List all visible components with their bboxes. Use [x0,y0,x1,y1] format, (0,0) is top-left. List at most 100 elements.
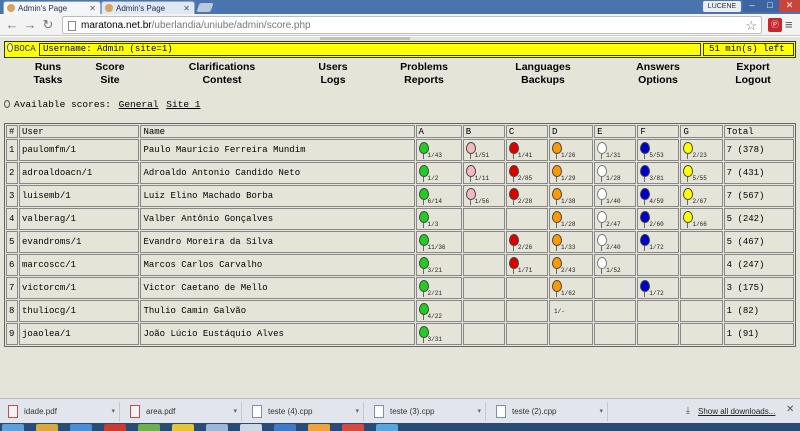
menu-users[interactable]: Users [313,61,353,74]
menu-col-clarifications-contest: Clarifications Contest [180,61,264,87]
chevron-down-icon[interactable]: ▾ [355,402,359,421]
balloon-string [469,200,471,205]
menu-contest[interactable]: Contest [180,74,264,87]
download-item[interactable]: area.pdf ▾ [124,402,242,421]
menu-backups[interactable]: Backups [510,74,576,87]
taskbar-app-icon[interactable] [240,424,262,431]
cell-name: Luiz Elino Machado Borba [140,185,415,207]
show-all-downloads-link[interactable]: Show all downloads... [698,402,775,421]
tab-admins-page-1[interactable]: Admin's Page ✕ [3,1,101,14]
menu-col-users-logs: Users Logs [313,61,353,87]
taskbar-app-icon[interactable] [308,424,330,431]
menu-logs[interactable]: Logs [313,74,353,87]
bookmark-star-icon[interactable]: ☆ [745,17,757,34]
balloon-string [601,269,603,274]
download-item[interactable]: teste (4).cpp ▾ [246,402,364,421]
download-item[interactable]: teste (3).cpp ▾ [368,402,486,421]
cell-problem-f: 2/60 [637,208,680,230]
download-item[interactable]: idade.pdf ▾ [2,402,120,421]
menu-score[interactable]: Score [90,61,130,74]
menu-reports[interactable]: Reports [396,74,452,87]
menu-clarifications[interactable]: Clarifications [180,61,264,74]
attempts-time: 2/67 [692,198,707,205]
menu-site[interactable]: Site [90,74,130,87]
address-bar[interactable]: maratona.net.br/uberlandia/uniube/admin/… [62,16,762,34]
menu-runs[interactable]: Runs [28,61,68,74]
col-header-a[interactable]: A [415,125,462,138]
boca-logo: BOCA [6,43,36,56]
col-header-c[interactable]: C [505,125,549,138]
col-header-b[interactable]: B [462,125,505,138]
menu-options[interactable]: Options [630,74,686,87]
score-link-site-1[interactable]: Site 1 [166,99,200,110]
cell-problem-b: 1/51 [462,139,505,161]
chevron-down-icon[interactable]: ▾ [477,402,481,421]
tab-admins-page-2[interactable]: Admin's Page ✕ [101,1,195,14]
reload-icon[interactable]: ↻ [40,17,56,33]
col-header-total[interactable]: Total [723,125,794,138]
cell-problem-c [505,277,549,299]
cell-problem-a: 6/14 [415,185,462,207]
maximize-button[interactable]: □ [761,0,779,12]
new-tab-button[interactable] [196,3,214,12]
profile-badge[interactable]: LUCENE [703,1,741,12]
menu-logout[interactable]: Logout [730,74,776,87]
cell-total: 7 (567) [723,185,794,207]
taskbar-app-icon[interactable] [376,424,398,431]
chevron-down-icon[interactable]: ▾ [233,402,237,421]
taskbar-app-icon[interactable] [104,424,126,431]
taskbar-app-icon[interactable] [172,424,194,431]
chevron-down-icon[interactable]: ▾ [111,402,115,421]
attempts-time: 2/85 [517,175,533,182]
download-filename: teste (4).cpp [268,407,313,416]
attempts-time: 2/60 [649,221,664,228]
menu-tasks[interactable]: Tasks [28,74,68,87]
table-row: 6 marcoscc/1 Marcos Carlos Carvalho 3/21 1/7… [6,254,794,276]
table-row: 5 evandroms/1 Evandro Moreira da Silva 11/3… [6,231,794,253]
col-header-f[interactable]: F [637,125,680,138]
start-button[interactable] [2,424,24,431]
col-header-e[interactable]: E [594,125,637,138]
balloon-string [422,269,424,274]
taskbar-app-icon[interactable] [206,424,228,431]
taskbar-app-icon[interactable] [138,424,160,431]
extension-icon[interactable]: Ⓟ [768,18,782,32]
col-header-d[interactable]: D [549,125,594,138]
cell-name: Victor Caetano de Mello [140,277,415,299]
cell-name: João Lúcio Eustáquio Alves [140,323,415,345]
back-arrow-icon[interactable]: ← [4,17,20,33]
attempts-time: 1/51 [474,152,490,159]
download-arrow-icon: ⤓ [686,405,690,415]
attempts-time: 1/62 [561,290,576,297]
col-header-g[interactable]: G [680,125,723,138]
attempts-time: 5/53 [649,152,664,159]
cell-problem-e: 2/40 [594,231,637,253]
menu-export[interactable]: Export [730,61,776,74]
cell-problem-g [680,323,723,345]
cell-user: joaolea/1 [19,323,140,345]
table-row: 2 adroaldoacn/1 Adroaldo Antonio Candido N… [6,162,794,184]
col-header-name[interactable]: Name [140,125,415,138]
taskbar-app-icon[interactable] [70,424,92,431]
download-item[interactable]: teste (2).cpp ▾ [490,402,608,421]
url-text[interactable]: maratona.net.br/uberlandia/uniube/admin/… [81,17,311,34]
minimize-button[interactable]: – [743,0,761,12]
taskbar-app-icon[interactable] [274,424,296,431]
menu-problems[interactable]: Problems [396,61,452,74]
forward-arrow-icon[interactable]: → [22,17,38,33]
taskbar-app-icon[interactable] [342,424,364,431]
close-shelf-button[interactable]: ✕ [786,404,794,415]
close-window-button[interactable]: ✕ [779,0,800,12]
balloon-string [422,200,424,205]
table-header-row: # User Name A B C D E F G Total [6,125,794,138]
col-header-user[interactable]: User [19,125,140,138]
menu-answers[interactable]: Answers [630,61,686,74]
score-link-general[interactable]: General [119,99,159,110]
col-header-rank[interactable]: # [6,125,19,138]
hamburger-menu-icon[interactable]: ≡ [785,16,793,34]
chevron-down-icon[interactable]: ▾ [599,402,603,421]
taskbar-app-icon[interactable] [36,424,58,431]
menu-languages[interactable]: Languages [510,61,576,74]
attempts-time: 1/28 [561,221,576,228]
cell-problem-a: 11/36 [415,231,462,253]
